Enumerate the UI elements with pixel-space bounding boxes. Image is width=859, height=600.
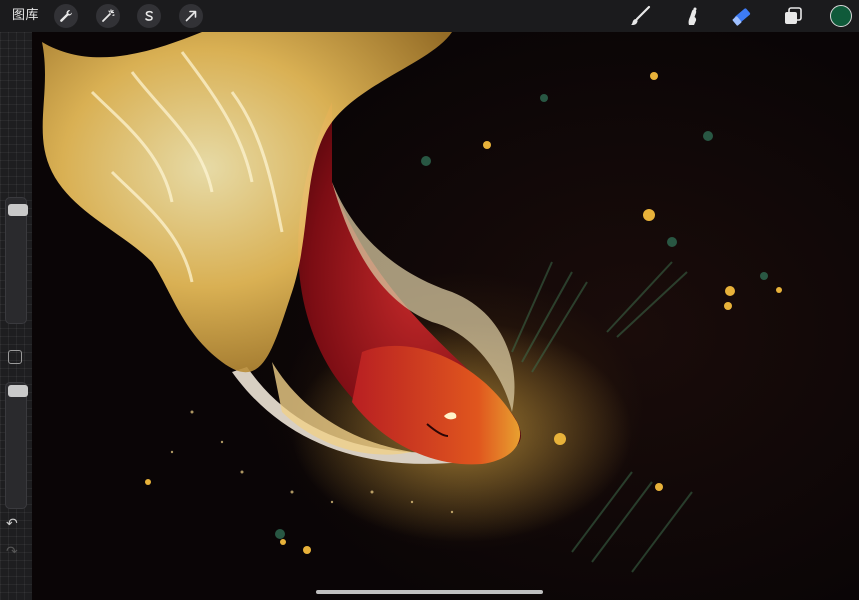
drawing-canvas[interactable]	[32, 32, 859, 600]
magic-wand-icon[interactable]	[96, 4, 120, 28]
top-toolbar: 图库	[0, 0, 859, 32]
opacity-slider[interactable]	[5, 382, 28, 509]
gallery-button[interactable]: 图库	[12, 7, 39, 25]
undo-icon[interactable]: ↶	[6, 516, 18, 532]
brush-size-slider-thumb[interactable]	[8, 204, 28, 216]
modify-button[interactable]	[8, 350, 22, 364]
left-sidebar: ↶ ↷	[0, 32, 32, 600]
eraser-icon[interactable]	[730, 4, 754, 28]
brush-icon[interactable]	[628, 4, 652, 28]
wrench-icon[interactable]	[54, 4, 78, 28]
transform-arrow-icon[interactable]	[179, 4, 203, 28]
brush-size-slider[interactable]	[5, 197, 28, 324]
selection-icon[interactable]	[137, 4, 161, 28]
layers-icon[interactable]	[781, 4, 805, 28]
opacity-slider-thumb[interactable]	[8, 385, 28, 397]
smudge-icon[interactable]	[679, 4, 703, 28]
home-indicator	[316, 590, 543, 594]
redo-icon[interactable]: ↷	[6, 544, 18, 560]
color-swatch[interactable]	[830, 5, 852, 27]
artwork-fish-illustration	[42, 32, 782, 573]
